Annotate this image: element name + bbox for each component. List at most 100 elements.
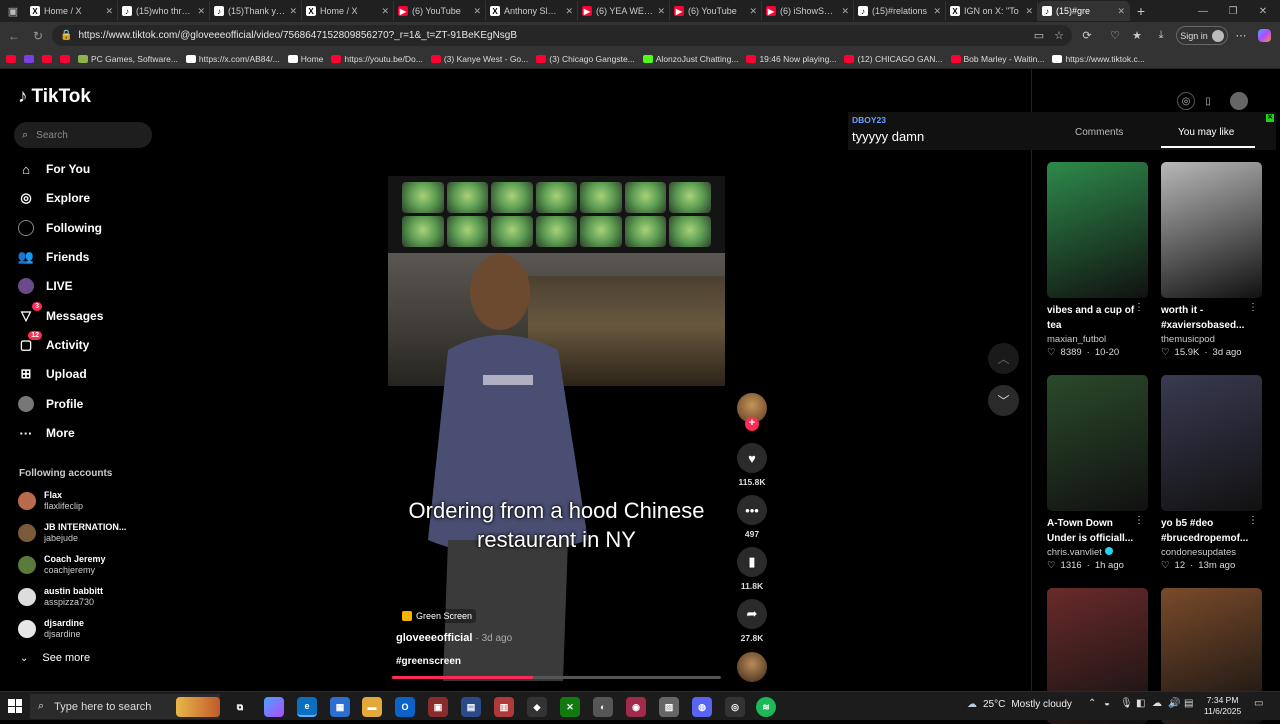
- browser-tab[interactable]: X Home / X ✕: [302, 1, 394, 21]
- tab-actions-icon[interactable]: ▣: [0, 0, 26, 22]
- nav-item-messages[interactable]: ▽ 3 Messages: [18, 302, 103, 326]
- video-player[interactable]: Ordering from a hood Chinese restaurant …: [388, 176, 725, 681]
- browser-tab[interactable]: ♪ (15)#relations ✕: [854, 1, 946, 21]
- video-thumbnail[interactable]: [1161, 162, 1262, 298]
- music-disc-icon[interactable]: [737, 652, 767, 682]
- browser-tab[interactable]: ▶ (6) YouTube ✕: [394, 1, 486, 21]
- bookmark-item[interactable]: [6, 54, 16, 63]
- more-options-icon[interactable]: ⋮: [1248, 515, 1258, 526]
- bookmark-item[interactable]: https://x.com/AB84/...: [185, 54, 280, 64]
- card-author-name[interactable]: themusicpod: [1161, 334, 1215, 345]
- app-icon-7[interactable]: ▨: [659, 697, 679, 717]
- reader-view-icon[interactable]: ▭: [1030, 26, 1048, 44]
- app-icon-4[interactable]: ◆: [527, 697, 547, 717]
- browser-essentials-icon[interactable]: ♡: [1106, 26, 1124, 44]
- app-icon-2[interactable]: ▤: [461, 697, 481, 717]
- card-author-name[interactable]: chris.vanvliet: [1047, 547, 1102, 558]
- card-title[interactable]: yo b5 #deo #brucedropemof...: [1161, 516, 1253, 546]
- nav-item-profile[interactable]: Profile: [18, 394, 83, 414]
- spotify-icon[interactable]: ≋: [756, 697, 776, 717]
- close-tab-icon[interactable]: ✕: [473, 6, 481, 17]
- video-thumbnail[interactable]: [1047, 375, 1148, 511]
- search-highlight-icon[interactable]: [176, 697, 220, 717]
- more-options-icon[interactable]: ⋮: [1134, 515, 1144, 526]
- app-tray-icon[interactable]: ◒: [1104, 698, 1110, 709]
- video-thumbnail[interactable]: [1161, 375, 1262, 511]
- bookmark-item[interactable]: [24, 54, 34, 63]
- nav-item-upload[interactable]: ⊞ Upload: [18, 364, 87, 384]
- card-title[interactable]: vibes and a cup of tea: [1047, 303, 1139, 333]
- browser-tab[interactable]: ▶ (6) YEA WE BA ✕: [578, 1, 670, 21]
- comment-icon[interactable]: •••: [737, 495, 767, 525]
- card-title[interactable]: A-Town Down Under is officiall...: [1047, 516, 1139, 546]
- copilot-taskbar-icon[interactable]: [264, 697, 284, 717]
- store-icon[interactable]: ▦: [330, 697, 350, 717]
- system-clock[interactable]: 7:34 PM 11/6/2025: [1204, 695, 1241, 717]
- video-thumbnail[interactable]: [1047, 162, 1148, 298]
- bookmark-item[interactable]: 19:46 Now playing...: [746, 54, 836, 64]
- card-author-name[interactable]: maxian_futbol: [1047, 334, 1106, 345]
- nav-item-live[interactable]: LIVE: [18, 276, 73, 296]
- url-text[interactable]: https://www.tiktok.com/@gloveeeofficial/…: [78, 30, 517, 41]
- nav-item-following[interactable]: Following: [18, 218, 102, 238]
- nav-item-friends[interactable]: 👥 Friends: [18, 247, 89, 267]
- close-window-icon[interactable]: ✕: [1248, 0, 1278, 22]
- nav-item-for-you[interactable]: ⌂ For You: [18, 159, 90, 179]
- recommended-video-card[interactable]: vibes and a cup of tea ⋮ maxian_futbol ♡ 838…: [1047, 162, 1148, 358]
- close-tab-icon[interactable]: ✕: [105, 6, 113, 17]
- weather-widget[interactable]: ☁ 25°C Mostly cloudy: [967, 699, 1072, 710]
- windows-start-icon[interactable]: [8, 699, 22, 713]
- save-action[interactable]: ▮ 11.8K: [737, 547, 767, 591]
- bookmark-icon[interactable]: ▮: [737, 547, 767, 577]
- browser-tab[interactable]: ▶ (6) YouTube ✕: [670, 1, 762, 21]
- maximize-icon[interactable]: ❐: [1218, 0, 1248, 22]
- nav-item-more[interactable]: ··· More: [18, 423, 75, 443]
- extensions-icon[interactable]: ⟳: [1078, 26, 1096, 44]
- more-options-icon[interactable]: ⋮: [1248, 302, 1258, 313]
- search-input[interactable]: ⌕ Search: [14, 122, 152, 148]
- browser-tab[interactable]: ▶ (6) iShowSpeed ✕: [762, 1, 854, 21]
- app-icon-3[interactable]: ▥: [494, 697, 514, 717]
- following-account[interactable]: djsardine djsardine: [18, 618, 84, 640]
- nav-item-activity[interactable]: ▢ 12 Activity: [18, 331, 89, 355]
- close-tab-icon[interactable]: ✕: [1117, 6, 1125, 17]
- previous-video-button[interactable]: ︿: [988, 343, 1019, 374]
- bookmark-item[interactable]: [60, 54, 70, 63]
- tiktok-logo[interactable]: ♪ TikTok: [18, 86, 91, 108]
- close-tab-icon[interactable]: ✕: [1025, 6, 1033, 17]
- browser-tab[interactable]: ♪ (15)Thank you ✕: [210, 1, 302, 21]
- more-options-icon[interactable]: ⋮: [1134, 302, 1144, 313]
- close-tab-icon[interactable]: ✕: [749, 6, 757, 17]
- card-author-name[interactable]: condonesupdates: [1161, 547, 1236, 558]
- video-author[interactable]: gloveeeofficial · 3d ago: [396, 632, 512, 644]
- close-tab-icon[interactable]: ✕: [381, 6, 389, 17]
- card-title[interactable]: worth it - #xaviersobased...: [1161, 303, 1253, 333]
- author-handle[interactable]: gloveeeofficial: [396, 632, 472, 644]
- user-avatar-icon[interactable]: [1230, 92, 1248, 110]
- card-author[interactable]: condonesupdates: [1161, 547, 1262, 558]
- app-tray-icon-2[interactable]: ◧: [1136, 698, 1145, 709]
- bookmark-item[interactable]: (3) Chicago Gangste...: [536, 54, 635, 64]
- bookmark-item[interactable]: (3) Kanye West - Go...: [430, 54, 528, 64]
- next-video-button[interactable]: ﹀: [988, 385, 1019, 416]
- outlook-icon[interactable]: O: [395, 697, 415, 717]
- copilot-icon[interactable]: [1255, 26, 1273, 44]
- app-icon-8[interactable]: ◎: [725, 697, 745, 717]
- following-account[interactable]: Coach Jeremy coachjeremy: [18, 554, 106, 576]
- following-account[interactable]: Flax flaxlifeclip: [18, 490, 83, 512]
- following-account[interactable]: JB INTERNATION... jabejude: [18, 522, 126, 544]
- recommended-video-card[interactable]: worth it - #xaviersobased... ⋮ themusicpod…: [1161, 162, 1262, 358]
- browser-tab[interactable]: X IGN on X: "To ✕: [946, 1, 1038, 21]
- bookmark-item[interactable]: Bob Marley - Waitin...: [950, 54, 1044, 64]
- browser-tab[interactable]: ♪ (15)#gre ✕: [1038, 1, 1130, 21]
- edge-icon[interactable]: e: [297, 697, 317, 717]
- settings-menu-icon[interactable]: ⋯: [1232, 26, 1250, 44]
- recommended-video-card[interactable]: A-Town Down Under is officiall... ⋮ chris.…: [1047, 375, 1148, 571]
- bookmark-item[interactable]: Home: [287, 54, 323, 64]
- network-icon[interactable]: ▤: [1184, 698, 1193, 709]
- new-tab-button[interactable]: +: [1130, 3, 1152, 19]
- bookmark-item[interactable]: [42, 54, 52, 63]
- hashtag-link[interactable]: #greenscreen: [396, 656, 461, 667]
- downloads-icon[interactable]: ⤓: [1152, 26, 1170, 44]
- browser-tab[interactable]: ♪ (15)who throws ✕: [118, 1, 210, 21]
